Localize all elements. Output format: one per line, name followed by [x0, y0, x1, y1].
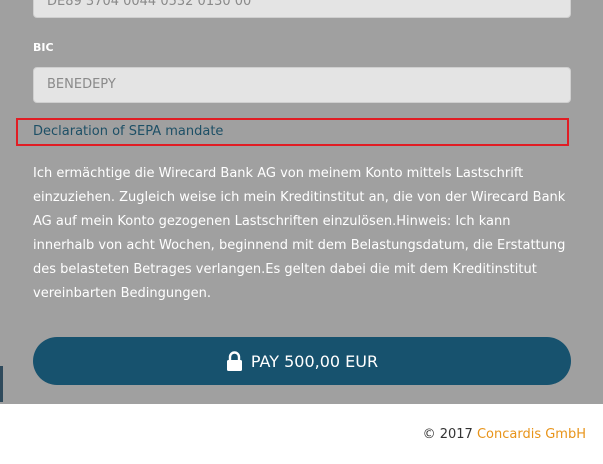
sepa-mandate-text: Ich ermächtige die Wirecard Bank AG von …: [33, 166, 566, 301]
pay-button-label: PAY 500,00 EUR: [250, 351, 379, 371]
copyright-text: © 2017 Concardis GmbH: [423, 427, 586, 442]
pay-button[interactable]: PAY 500,00 EUR: [33, 337, 571, 385]
footer: © 2017 Concardis GmbH: [0, 404, 603, 464]
payment-form-overlay: DE89 3704 0044 0532 0130 00 BIC BENEDEPY…: [0, 0, 603, 404]
copyright-prefix: © 2017: [422, 427, 473, 442]
iban-field[interactable]: DE89 3704 0044 0532 0130 00: [33, 0, 571, 18]
lock-icon: [226, 351, 243, 371]
bic-field[interactable]: BENEDEPY: [33, 67, 571, 103]
bic-label: BIC: [33, 41, 54, 54]
background-edge: [0, 366, 3, 402]
concardis-link[interactable]: Concardis GmbH: [477, 427, 586, 442]
sepa-mandate-link[interactable]: Declaration of SEPA mandate: [33, 124, 223, 139]
